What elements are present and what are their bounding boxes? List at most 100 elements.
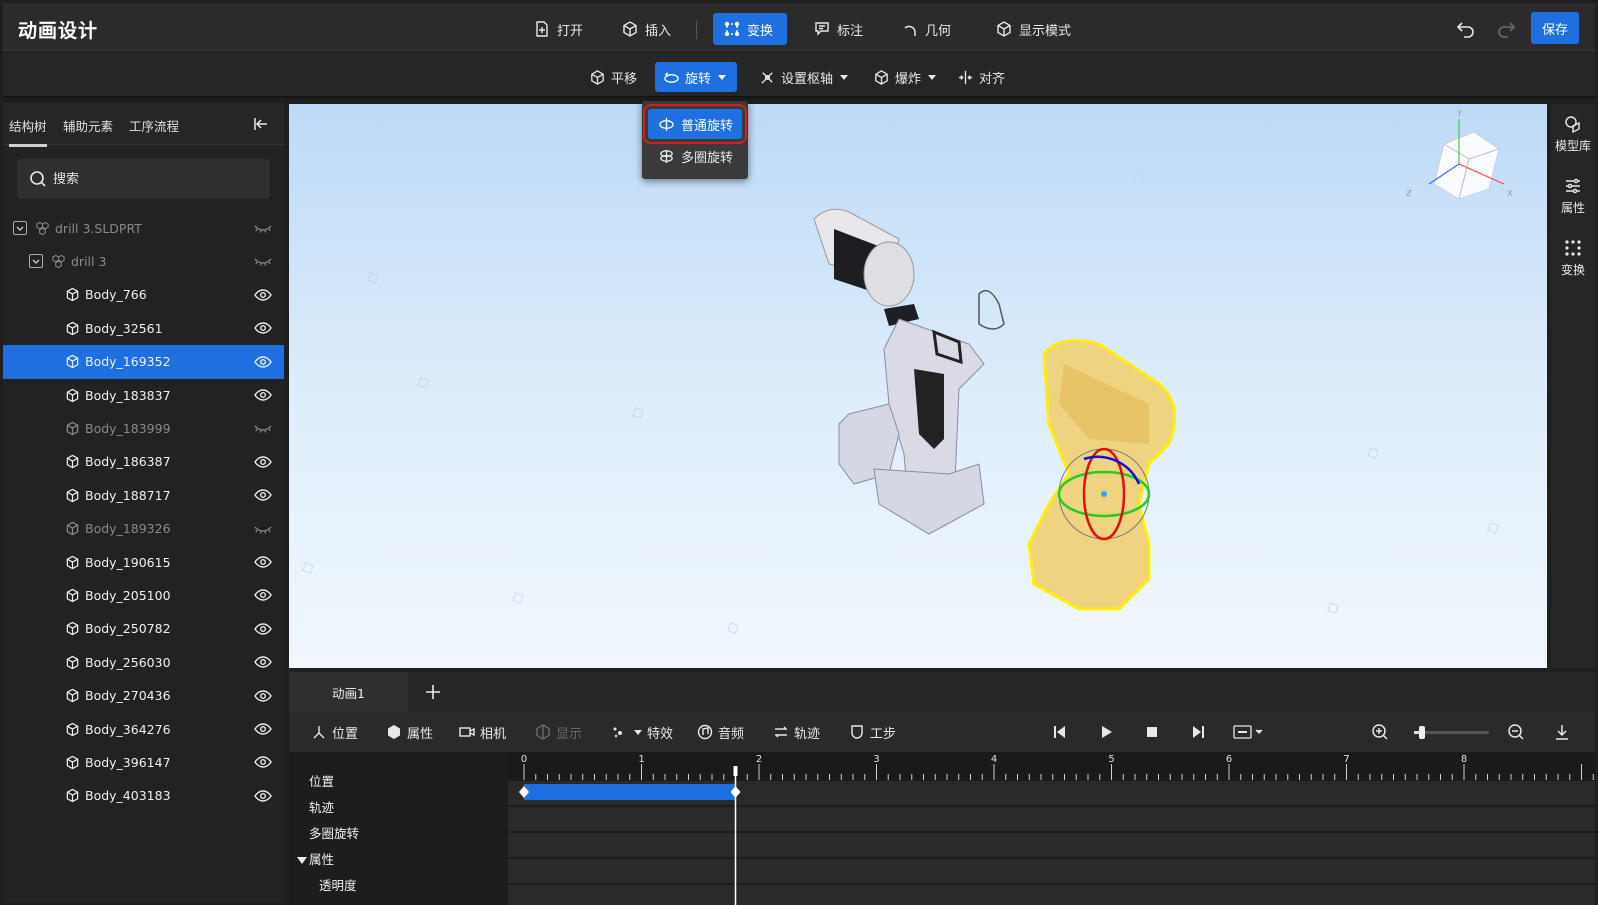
eye-open-icon[interactable] (254, 689, 272, 703)
collapse-panel-icon[interactable] (252, 115, 270, 133)
add-position-key-button[interactable]: 位置 (311, 721, 358, 743)
tab-animation-1[interactable]: 动画1 (289, 672, 408, 712)
normal-rotate-label: 普通旋转 (681, 118, 734, 134)
eye-open-icon[interactable] (254, 789, 272, 803)
model-library-button[interactable]: 模型库 (1551, 114, 1595, 154)
add-display-key-button[interactable]: 显示 (535, 721, 582, 743)
eye-open-icon[interactable] (254, 455, 272, 469)
timeline-area[interactable]: 0 1 2 3 4 5 6 7 8 (508, 752, 1595, 905)
tree-node[interactable]: Body_256030 (3, 645, 284, 679)
tree-node[interactable]: Body_188717 (3, 478, 284, 512)
playback-speed-icon[interactable] (1233, 723, 1265, 741)
tree-node[interactable]: Body_364276 (3, 712, 284, 746)
eye-closed-icon[interactable] (254, 254, 272, 268)
axis-z-label: Z (1406, 189, 1412, 198)
selected-body-part[interactable] (1027, 339, 1177, 611)
tab-process-flow[interactable]: 工序流程 (129, 116, 179, 135)
tree-node[interactable]: Body_396147 (3, 745, 284, 779)
tab-structure-tree[interactable]: 结构树 (9, 116, 47, 147)
tree-expander-icon[interactable] (13, 221, 27, 235)
rotate-caret-icon (718, 74, 727, 80)
undo-icon[interactable] (1456, 19, 1476, 39)
trajectory-icon (774, 726, 788, 738)
view-cube[interactable]: Y Z X (1406, 109, 1513, 200)
multi-rotate-item[interactable]: 多圈旋转 (648, 141, 742, 171)
part-cube-icon (65, 655, 85, 670)
zoom-slider-handle[interactable] (1419, 726, 1425, 739)
redo-icon[interactable] (1496, 19, 1516, 39)
properties-rail-button[interactable]: 属性 (1551, 176, 1595, 216)
geometry-button[interactable]: 几何 (891, 13, 961, 45)
eye-open-icon[interactable] (254, 655, 272, 669)
eye-open-icon[interactable] (254, 388, 272, 402)
previous-frame-icon[interactable] (1051, 723, 1069, 741)
stop-icon[interactable] (1143, 723, 1161, 741)
ring-part[interactable] (978, 289, 1005, 330)
eye-closed-icon[interactable] (254, 221, 272, 235)
add-property-key-button[interactable]: 属性 (386, 721, 433, 743)
track-label-position: 位置 (309, 774, 335, 789)
zoom-in-icon[interactable] (1371, 723, 1389, 741)
ruler-label: 2 (756, 754, 762, 765)
tree-node[interactable]: Body_186387 (3, 445, 284, 479)
tree-expander-icon[interactable] (29, 254, 43, 269)
eye-open-icon[interactable] (254, 321, 272, 335)
tree-node[interactable]: Body_190615 (3, 545, 284, 579)
eye-open-icon[interactable] (254, 488, 272, 502)
eye-open-icon[interactable] (254, 355, 272, 369)
trajectory-button[interactable]: 轨迹 (773, 721, 820, 743)
eye-open-icon[interactable] (254, 555, 272, 569)
drill-chuck-part[interactable] (813, 208, 915, 307)
transform-rail-button[interactable]: 变换 (1551, 238, 1595, 278)
timeline-zoom-slider[interactable] (1414, 726, 1489, 739)
track-label-properties[interactable]: 属性 (297, 849, 334, 868)
step-button[interactable]: 工步 (849, 721, 896, 743)
audio-button[interactable]: 音频 (697, 721, 744, 743)
tree-node[interactable]: drill 3.SLDPRT (3, 211, 284, 245)
play-icon[interactable] (1097, 723, 1115, 741)
add-camera-key-button[interactable]: 相机 (459, 721, 506, 743)
tree-node[interactable]: Body_766 (3, 278, 284, 312)
eye-open-icon[interactable] (254, 588, 272, 602)
tree-node[interactable]: Body_270436 (3, 679, 284, 713)
tree-node[interactable]: Body_250782 (3, 612, 284, 646)
tree-node[interactable]: Body_183837 (3, 378, 284, 412)
zoom-out-icon[interactable] (1507, 723, 1525, 741)
part-cube-icon (65, 421, 85, 436)
tree-node-label: Body_250782 (85, 621, 171, 637)
download-icon[interactable] (1553, 723, 1571, 741)
tree-node[interactable]: Body_205100 (3, 578, 284, 612)
next-frame-icon[interactable] (1189, 723, 1207, 741)
eye-closed-icon[interactable] (254, 421, 272, 435)
save-button[interactable]: 保存 (1531, 12, 1579, 44)
tree-node[interactable]: Body_183999 (3, 411, 284, 445)
translate-button[interactable]: 平移 (581, 62, 645, 92)
rotate-button[interactable]: 旋转 (655, 62, 737, 92)
explode-button[interactable]: 爆炸 (865, 62, 944, 92)
set-pivot-button[interactable]: 设置枢轴 (751, 62, 856, 92)
search-input[interactable] (53, 171, 253, 187)
transform-button[interactable]: 变换 (713, 13, 787, 45)
open-button[interactable]: 打开 (523, 13, 593, 45)
tab-helper-elements[interactable]: 辅助元素 (63, 116, 113, 135)
align-button[interactable]: 对齐 (949, 62, 1013, 92)
insert-button[interactable]: 插入 (611, 13, 681, 45)
tree-node[interactable]: Body_32561 (3, 311, 284, 345)
eye-open-icon[interactable] (254, 622, 272, 636)
annotate-button[interactable]: 标注 (803, 13, 873, 45)
tree-node[interactable]: Body_189326 (3, 512, 284, 546)
tree-node[interactable]: drill 3 (3, 244, 284, 278)
add-animation-icon[interactable] (423, 682, 443, 702)
tree-node[interactable]: Body_403183 (3, 779, 284, 813)
tree-node[interactable]: Body_169352 (3, 344, 284, 379)
eye-open-icon[interactable] (254, 288, 272, 302)
animation-tab-bar: 动画1 (289, 672, 1595, 712)
eye-closed-icon[interactable] (254, 522, 272, 536)
eye-open-icon[interactable] (254, 755, 272, 769)
eye-open-icon[interactable] (254, 722, 272, 736)
display-mode-button[interactable]: 显示模式 (985, 13, 1081, 45)
3d-viewport[interactable]: Y Z X (289, 104, 1547, 668)
effects-button[interactable]: 特效 (611, 721, 673, 743)
tree-node-label: Body_183837 (85, 387, 171, 403)
normal-rotate-item[interactable]: 普通旋转 (643, 104, 747, 144)
